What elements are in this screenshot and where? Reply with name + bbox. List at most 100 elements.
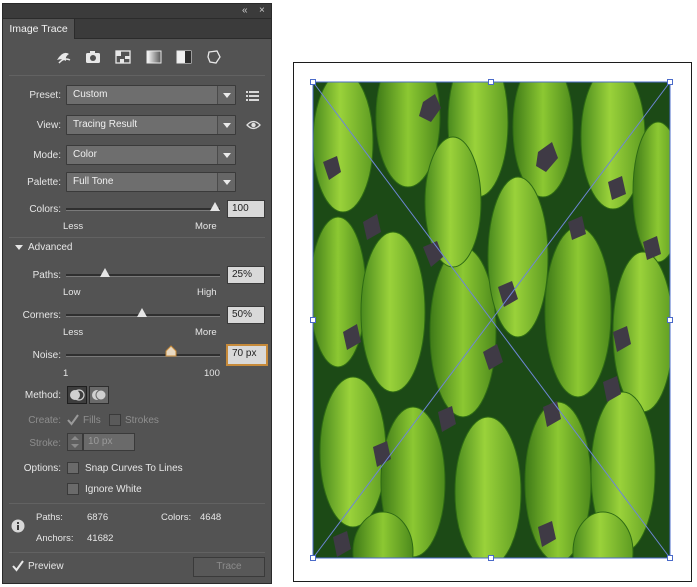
chevron-down-icon[interactable] bbox=[217, 86, 235, 104]
colors-value-field[interactable]: 100 bbox=[227, 200, 265, 218]
preset-value: Custom bbox=[73, 89, 108, 100]
chevron-down-icon[interactable] bbox=[217, 146, 235, 164]
divider bbox=[9, 75, 265, 76]
resize-handle[interactable] bbox=[488, 555, 494, 561]
disclosure-triangle-icon bbox=[15, 245, 23, 250]
stroke-field[interactable]: 10 px bbox=[83, 433, 135, 451]
checkmark-icon bbox=[67, 414, 79, 426]
view-label: View: bbox=[36, 120, 61, 131]
chevron-down-icon[interactable] bbox=[217, 116, 235, 134]
low-color-icon[interactable] bbox=[113, 48, 133, 66]
info-icon bbox=[11, 519, 25, 533]
high-color-icon[interactable] bbox=[83, 48, 103, 66]
noise-slider-thumb[interactable] bbox=[165, 345, 177, 357]
abutting-method-icon bbox=[70, 389, 85, 401]
resize-handle[interactable] bbox=[488, 79, 494, 85]
mode-dropdown[interactable]: Color bbox=[66, 145, 236, 165]
noise-label: Noise: bbox=[32, 350, 61, 361]
collapse-panel-icon[interactable]: « bbox=[242, 5, 248, 17]
palette-dropdown[interactable]: Full Tone bbox=[66, 172, 236, 192]
panel-tab-row: Image Trace bbox=[3, 19, 271, 39]
ignore-white-checkbox-box bbox=[67, 483, 79, 495]
stats-paths-label: Paths: bbox=[36, 512, 63, 523]
preview-checkbox[interactable]: Preview bbox=[12, 560, 64, 572]
palette-label: Palette: bbox=[27, 177, 61, 188]
snap-curves-checkbox[interactable]: Snap Curves To Lines bbox=[67, 462, 183, 474]
paths-slider-thumb[interactable] bbox=[100, 268, 110, 277]
strokes-checkbox[interactable]: Strokes bbox=[109, 414, 159, 426]
stats-paths-value: 6876 bbox=[87, 512, 109, 523]
resize-handle[interactable] bbox=[310, 79, 316, 85]
resize-handle[interactable] bbox=[310, 555, 316, 561]
view-dropdown[interactable]: Tracing Result bbox=[66, 115, 236, 135]
image-trace-panel: « × Image Trace Preset: Custom View: Tra… bbox=[2, 3, 272, 584]
options-label: Options: bbox=[23, 463, 61, 474]
stepper-down-icon bbox=[71, 444, 79, 448]
preview-label: Preview bbox=[28, 560, 64, 572]
divider bbox=[9, 503, 265, 504]
method-overlapping-button[interactable] bbox=[89, 386, 109, 404]
chevron-down-icon[interactable] bbox=[217, 173, 235, 191]
tab-image-trace[interactable]: Image Trace bbox=[3, 19, 75, 39]
corners-max-label: More bbox=[195, 327, 217, 338]
resize-handle[interactable] bbox=[310, 317, 316, 323]
selection-bounding-box[interactable] bbox=[310, 79, 674, 562]
stepper-up-icon bbox=[71, 436, 79, 440]
view-value: Tracing Result bbox=[73, 119, 138, 130]
corners-label: Corners: bbox=[22, 310, 61, 321]
preset-icon-bar bbox=[3, 42, 271, 74]
noise-value-field[interactable]: 70 px bbox=[227, 345, 267, 365]
preset-dropdown[interactable]: Custom bbox=[66, 85, 236, 105]
divider bbox=[9, 552, 265, 553]
palette-value: Full Tone bbox=[73, 176, 114, 187]
method-abutting-button[interactable] bbox=[67, 386, 87, 404]
snap-curves-label: Snap Curves To Lines bbox=[85, 462, 183, 474]
stats-colors-label: Colors: bbox=[161, 512, 192, 523]
corners-slider-thumb[interactable] bbox=[137, 308, 147, 317]
mode-label: Mode: bbox=[33, 150, 61, 161]
paths-max-label: High bbox=[197, 287, 217, 298]
colors-slider-thumb[interactable] bbox=[210, 202, 220, 211]
checkmark-icon bbox=[12, 560, 24, 572]
snap-curves-checkbox-box bbox=[67, 462, 79, 474]
resize-handle[interactable] bbox=[667, 317, 673, 323]
create-label: Create: bbox=[28, 415, 61, 426]
colors-slider-track[interactable] bbox=[66, 208, 220, 211]
palette-menu-icon[interactable] bbox=[246, 90, 259, 101]
mode-value: Color bbox=[73, 149, 97, 160]
stroke-stepper[interactable] bbox=[67, 433, 83, 451]
strokes-label: Strokes bbox=[125, 414, 159, 426]
panel-title-bar: « × bbox=[3, 4, 271, 19]
advanced-label: Advanced bbox=[28, 242, 73, 253]
noise-min-label: 1 bbox=[63, 368, 69, 379]
preset-label: Preset: bbox=[29, 90, 61, 101]
colors-max-label: More bbox=[195, 221, 217, 232]
colors-min-label: Less bbox=[63, 221, 84, 232]
auto-color-icon[interactable] bbox=[53, 48, 73, 66]
paths-label: Paths: bbox=[32, 270, 61, 281]
resize-handle[interactable] bbox=[667, 555, 673, 561]
ignore-white-label: Ignore White bbox=[85, 483, 142, 495]
method-label: Method: bbox=[24, 390, 61, 401]
grayscale-icon[interactable] bbox=[144, 48, 164, 66]
stats-anchors-value: 41682 bbox=[87, 533, 114, 544]
overlapping-method-icon bbox=[92, 389, 107, 401]
ignore-white-checkbox[interactable]: Ignore White bbox=[67, 483, 142, 495]
eye-icon[interactable] bbox=[246, 120, 261, 130]
noise-slider-track[interactable] bbox=[66, 354, 220, 357]
trace-button[interactable]: Trace bbox=[193, 557, 265, 577]
resize-handle[interactable] bbox=[667, 79, 673, 85]
fills-checkbox[interactable]: Fills bbox=[67, 414, 101, 426]
noise-max-label: 100 bbox=[204, 368, 220, 379]
paths-value-field[interactable]: 25% bbox=[227, 266, 265, 284]
black-white-icon[interactable] bbox=[174, 48, 194, 66]
stats-colors-value: 4648 bbox=[200, 512, 222, 523]
close-panel-icon[interactable]: × bbox=[259, 5, 265, 17]
paths-slider-track[interactable] bbox=[66, 274, 220, 277]
outline-icon[interactable] bbox=[204, 48, 224, 66]
corners-value-field[interactable]: 50% bbox=[227, 306, 265, 324]
stats-anchors-label: Anchors: bbox=[36, 533, 74, 544]
fills-label: Fills bbox=[83, 414, 101, 426]
divider bbox=[9, 237, 265, 238]
advanced-toggle[interactable]: Advanced bbox=[15, 242, 72, 253]
